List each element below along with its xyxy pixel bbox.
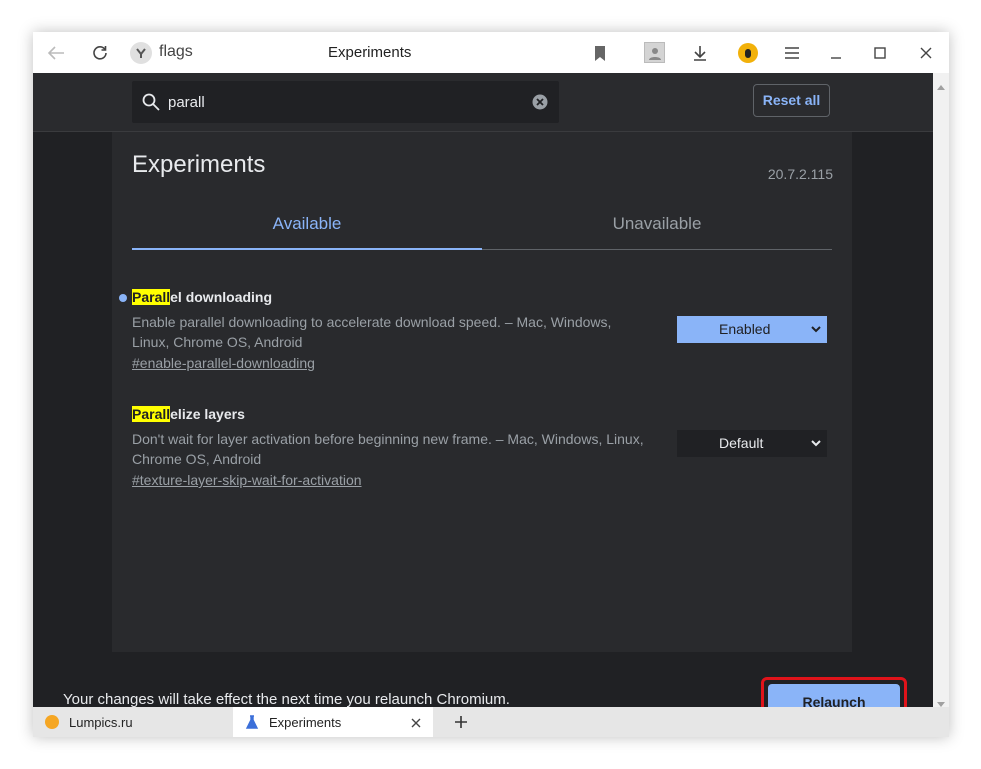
search-highlight: Parall bbox=[132, 289, 171, 305]
flags-page: Reset all Experiments 20.7.2.115 Availab… bbox=[33, 73, 933, 727]
flask-icon bbox=[245, 715, 259, 729]
modified-indicator-dot bbox=[119, 294, 127, 302]
new-tab-plus-icon[interactable] bbox=[451, 712, 471, 732]
experiment-name-rest: elize layers bbox=[170, 406, 245, 422]
experiment-item: Parallel downloading Enable parallel dow… bbox=[119, 289, 832, 373]
close-icon[interactable] bbox=[916, 43, 936, 63]
experiment-name-rest: el downloading bbox=[170, 289, 273, 305]
scroll-up-arrow-icon[interactable] bbox=[937, 77, 945, 95]
browser-tab-lumpics[interactable]: Lumpics.ru bbox=[33, 707, 233, 737]
page-title: Experiments bbox=[132, 151, 266, 178]
browser-tab-label: Experiments bbox=[269, 714, 342, 730]
experiment-permalink[interactable]: #texture-layer-skip-wait-for-activation bbox=[132, 472, 362, 488]
experiment-item: Parallelize layers Don't wait for layer … bbox=[132, 406, 832, 490]
search-highlight: Parall bbox=[132, 406, 171, 422]
download-icon[interactable] bbox=[690, 43, 710, 63]
scrollbar[interactable] bbox=[933, 73, 949, 707]
menu-icon[interactable] bbox=[782, 43, 802, 63]
browser-window: flags Experiments parall Reset all Exper… bbox=[33, 32, 949, 737]
browser-tab-label: Lumpics.ru bbox=[69, 714, 133, 730]
version-label: 20.7.2.115 bbox=[767, 166, 833, 182]
select-value: Default bbox=[719, 435, 764, 451]
experiment-state-select[interactable]: Default bbox=[677, 430, 827, 457]
relaunch-message: Your changes will take effect the next t… bbox=[63, 691, 510, 708]
back-arrow-icon[interactable] bbox=[45, 43, 67, 63]
site-info-icon[interactable] bbox=[130, 42, 152, 64]
maximize-icon[interactable] bbox=[870, 43, 890, 63]
clear-search-icon[interactable] bbox=[532, 94, 548, 115]
browser-tab-strip: Lumpics.ru Experiments bbox=[33, 707, 949, 737]
experiment-name: Parallelize layers bbox=[132, 406, 832, 422]
select-value: Enabled bbox=[719, 321, 771, 337]
tab-available[interactable]: Available bbox=[132, 214, 482, 234]
search-icon bbox=[142, 93, 160, 116]
reload-icon[interactable] bbox=[89, 42, 111, 64]
experiment-description: Don't wait for layer activation before b… bbox=[132, 431, 644, 467]
orange-circle-icon bbox=[45, 715, 59, 729]
experiment-name: Parallel downloading bbox=[132, 289, 832, 305]
address-text[interactable]: flags bbox=[159, 43, 193, 61]
tab-active-indicator bbox=[132, 248, 482, 250]
page-title-tab-text: Experiments bbox=[328, 44, 412, 61]
search-input[interactable] bbox=[168, 92, 508, 112]
browser-tab-experiments[interactable]: Experiments bbox=[233, 707, 433, 737]
close-tab-icon[interactable] bbox=[411, 716, 421, 731]
search-header: Reset all bbox=[33, 73, 933, 132]
chevron-down-icon bbox=[810, 316, 822, 352]
chevron-down-icon bbox=[810, 430, 822, 466]
experiment-state-select[interactable]: Enabled bbox=[677, 316, 827, 343]
experiments-panel: Experiments 20.7.2.115 Available Unavail… bbox=[112, 132, 852, 652]
reset-all-button[interactable]: Reset all bbox=[753, 84, 830, 117]
minimize-icon[interactable] bbox=[826, 43, 846, 63]
experiment-permalink[interactable]: #enable-parallel-downloading bbox=[132, 355, 315, 371]
search-box[interactable] bbox=[132, 81, 559, 123]
bookmark-icon[interactable] bbox=[591, 44, 609, 62]
extension-icon[interactable] bbox=[738, 43, 758, 63]
title-bar: flags Experiments bbox=[33, 32, 949, 73]
tab-unavailable[interactable]: Unavailable bbox=[482, 214, 832, 234]
profile-avatar-icon[interactable] bbox=[644, 42, 665, 63]
experiment-description: Enable parallel downloading to accelerat… bbox=[132, 314, 612, 350]
